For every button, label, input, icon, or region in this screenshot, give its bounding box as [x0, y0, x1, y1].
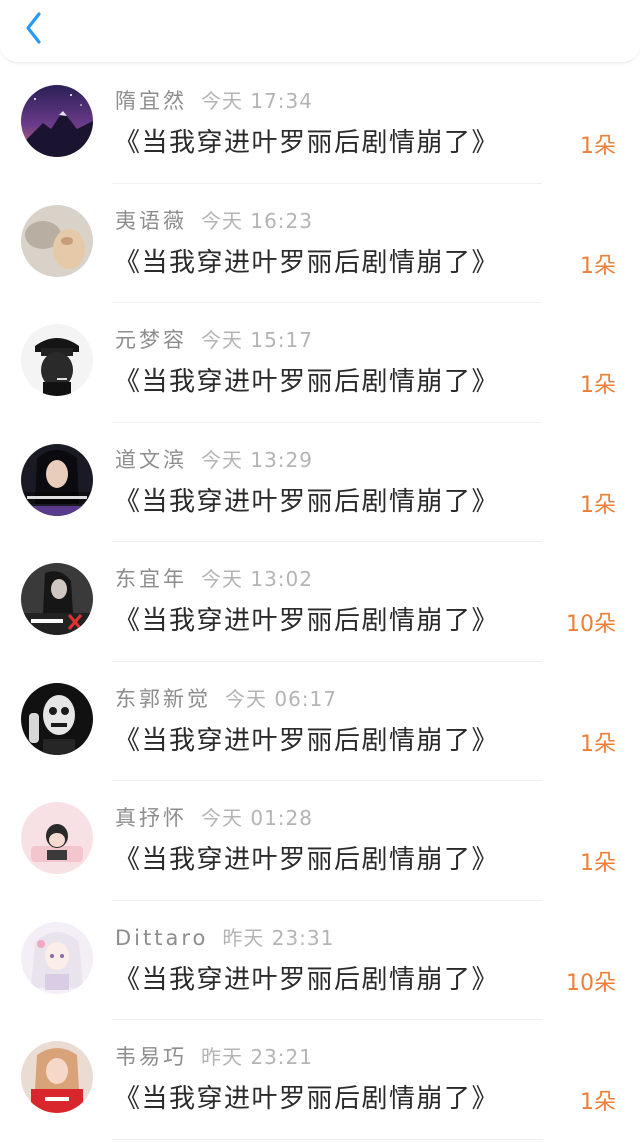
book-title: 《当我穿进叶罗丽后剧情崩了》 [114, 128, 500, 158]
list-item[interactable]: 真抒怀 今天 01:28 《当我穿进叶罗丽后剧情崩了》 1朵 [0, 781, 640, 901]
timestamp: 今天 13:29 [201, 447, 313, 472]
flower-count: 1朵 [580, 492, 616, 518]
book-title: 《当我穿进叶罗丽后剧情崩了》 [114, 964, 500, 995]
flower-count: 1朵 [580, 373, 616, 398]
book-title: 《当我穿进叶罗丽后剧情崩了》 [114, 247, 500, 278]
avatar[interactable] [21, 802, 93, 874]
timestamp: 昨天 23:21 [201, 1045, 313, 1069]
flower-count: 1朵 [580, 134, 616, 159]
list-item[interactable]: 道文滨 今天 13:29 《当我穿进叶罗丽后剧情崩了》 1朵 [0, 423, 640, 543]
timestamp: 今天 17:34 [201, 89, 313, 113]
avatar[interactable] [21, 682, 93, 755]
avatar[interactable] [21, 85, 93, 157]
flower-count: 1朵 [580, 253, 616, 279]
user-name: 夷语薇 今天 16:23 [115, 208, 313, 233]
gift-record-list: 隋宜然 今天 17:34 《当我穿进叶罗丽后剧情崩了》 1朵 夷语薇 今天 16:2… [0, 64, 640, 1140]
list-item[interactable]: 韦易巧 昨天 23:21 《当我穿进叶罗丽后剧情崩了》 1朵 [0, 1020, 640, 1140]
timestamp: 今天 06:17 [225, 686, 337, 711]
user-name: 东郭新觉 今天 06:17 [115, 686, 337, 711]
avatar[interactable] [21, 1041, 93, 1113]
book-title: 《当我穿进叶罗丽后剧情崩了》 [114, 606, 500, 636]
back-button[interactable] [18, 8, 52, 48]
book-title: 《当我穿进叶罗丽后剧情崩了》 [114, 725, 500, 756]
timestamp: 今天 13:02 [201, 567, 313, 591]
flower-count: 10朵 [566, 970, 616, 996]
user-name: 东宜年 今天 13:02 [115, 567, 313, 591]
flower-count: 10朵 [566, 612, 616, 637]
avatar[interactable] [21, 204, 93, 277]
list-item[interactable]: 夷语薇 今天 16:23 《当我穿进叶罗丽后剧情崩了》 1朵 [0, 184, 640, 304]
flower-count: 1朵 [580, 851, 616, 876]
user-name: 真抒怀 今天 01:28 [115, 806, 313, 830]
avatar[interactable] [21, 324, 93, 396]
book-title: 《当我穿进叶罗丽后剧情崩了》 [114, 1084, 500, 1114]
book-title: 《当我穿进叶罗丽后剧情崩了》 [114, 367, 500, 397]
user-name: Dittaro 昨天 23:31 [115, 925, 335, 950]
top-bar [0, 0, 640, 63]
avatar[interactable] [21, 563, 93, 635]
flower-count: 1朵 [580, 731, 616, 757]
user-name: 隋宜然 今天 17:34 [115, 89, 313, 113]
list-item[interactable]: Dittaro 昨天 23:31 《当我穿进叶罗丽后剧情崩了》 10朵 [0, 901, 640, 1021]
user-name: 韦易巧 昨天 23:21 [115, 1045, 313, 1069]
user-name: 道文滨 今天 13:29 [115, 447, 313, 472]
list-item[interactable]: 元梦容 今天 15:17 《当我穿进叶罗丽后剧情崩了》 1朵 [0, 303, 640, 423]
list-item[interactable]: 隋宜然 今天 17:34 《当我穿进叶罗丽后剧情崩了》 1朵 [0, 64, 640, 184]
timestamp: 今天 16:23 [201, 208, 313, 233]
chevron-left-icon [26, 12, 41, 44]
book-title: 《当我穿进叶罗丽后剧情崩了》 [114, 486, 500, 517]
book-title: 《当我穿进叶罗丽后剧情崩了》 [114, 845, 500, 875]
avatar[interactable] [21, 443, 93, 516]
timestamp: 昨天 23:31 [222, 925, 335, 950]
avatar[interactable] [21, 921, 93, 994]
list-item[interactable]: 东郭新觉 今天 06:17 《当我穿进叶罗丽后剧情崩了》 1朵 [0, 662, 640, 782]
list-item[interactable]: 东宜年 今天 13:02 《当我穿进叶罗丽后剧情崩了》 10朵 [0, 542, 640, 662]
user-name: 元梦容 今天 15:17 [115, 328, 313, 352]
flower-count: 1朵 [580, 1090, 616, 1115]
timestamp: 今天 01:28 [201, 806, 313, 830]
timestamp: 今天 15:17 [201, 328, 313, 352]
